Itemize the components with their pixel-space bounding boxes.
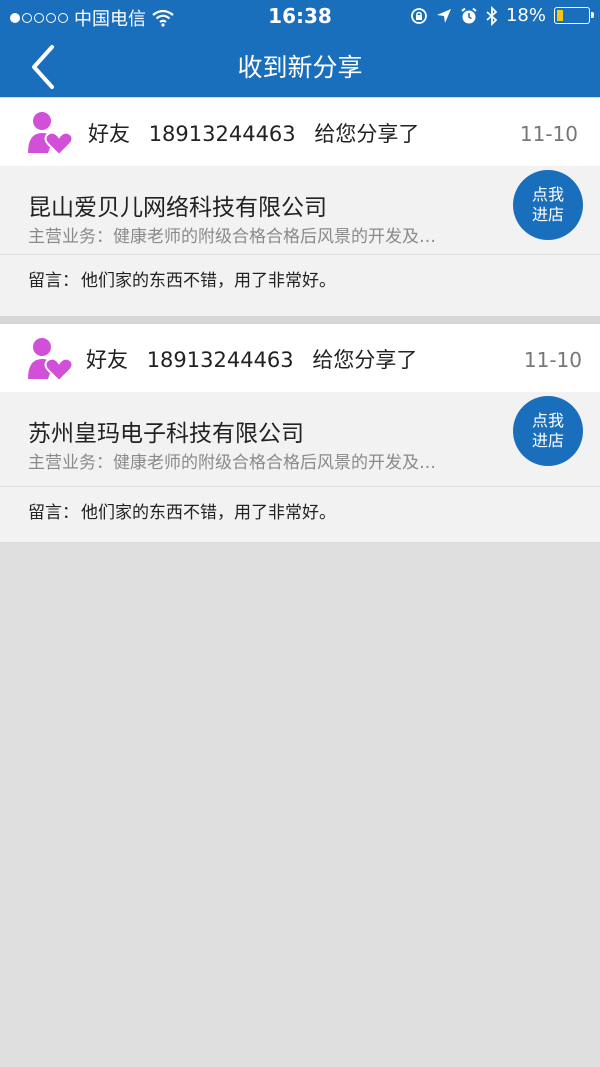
share-message: 留言： 他们家的东西不错，用了非常好。 bbox=[28, 266, 336, 291]
friend-phone: 18913244463 bbox=[146, 348, 294, 372]
bluetooth-icon bbox=[486, 5, 498, 26]
card-separator bbox=[0, 316, 600, 324]
share-action: 给您分享了 bbox=[314, 122, 420, 146]
business-description: 主营业务：健康老师的附级合格合格后风景的开发及… bbox=[28, 453, 436, 473]
battery-percent: 18% bbox=[505, 5, 546, 26]
divider bbox=[0, 486, 600, 487]
share-date: 11-10 bbox=[519, 122, 578, 146]
page-title: 收到新分享 bbox=[237, 53, 363, 82]
location-icon bbox=[436, 8, 451, 23]
share-action: 给您分享了 bbox=[312, 348, 418, 372]
friend-label: 好友 bbox=[88, 122, 130, 146]
visit-store-label: 点我 进店 bbox=[531, 411, 564, 450]
message-text: 他们家的东西不错，用了非常好。 bbox=[81, 271, 336, 291]
message-label: 留言： bbox=[28, 503, 79, 523]
company-name[interactable]: 苏州皇玛电子科技有限公司 bbox=[28, 414, 304, 448]
friend-label: 好友 bbox=[86, 348, 128, 372]
business-description: 主营业务：健康老师的附级合格合格后风景的开发及… bbox=[28, 227, 436, 247]
battery-icon bbox=[554, 7, 594, 24]
share-card: 好友 18913244463 给您分享了 11-10 昆山爱贝儿网络科技有限公司… bbox=[0, 98, 600, 316]
friend-phone: 18913244463 bbox=[148, 122, 296, 146]
visit-store-button[interactable]: 点我 进店 bbox=[513, 396, 583, 466]
status-right: 18% bbox=[410, 5, 594, 26]
share-date: 11-10 bbox=[523, 348, 582, 372]
rotation-lock-icon bbox=[411, 7, 427, 24]
message-label: 留言： bbox=[28, 271, 79, 291]
friend-heart-icon bbox=[28, 338, 72, 383]
friend-heart-icon bbox=[28, 112, 72, 157]
status-bar: 中国电信 16:38 18% bbox=[0, 0, 600, 34]
message-text: 他们家的东西不错，用了非常好。 bbox=[81, 503, 336, 523]
share-header: 好友 18913244463 给您分享了 11-10 bbox=[0, 324, 600, 392]
app-header: 中国电信 16:38 18% 收到新分享 bbox=[0, 0, 600, 97]
visit-store-button[interactable]: 点我 进店 bbox=[513, 170, 583, 240]
company-name[interactable]: 昆山爱贝儿网络科技有限公司 bbox=[28, 188, 327, 222]
share-card: 好友 18913244463 给您分享了 11-10 苏州皇玛电子科技有限公司 … bbox=[0, 324, 600, 542]
share-text: 好友 18913244463 给您分享了 bbox=[88, 118, 431, 148]
divider bbox=[0, 254, 600, 255]
share-message: 留言： 他们家的东西不错，用了非常好。 bbox=[28, 498, 336, 523]
alarm-icon bbox=[461, 7, 477, 23]
share-header: 好友 18913244463 给您分享了 11-10 bbox=[0, 98, 600, 166]
visit-store-label: 点我 进店 bbox=[531, 185, 564, 224]
share-text: 好友 18913244463 给您分享了 bbox=[86, 344, 429, 374]
